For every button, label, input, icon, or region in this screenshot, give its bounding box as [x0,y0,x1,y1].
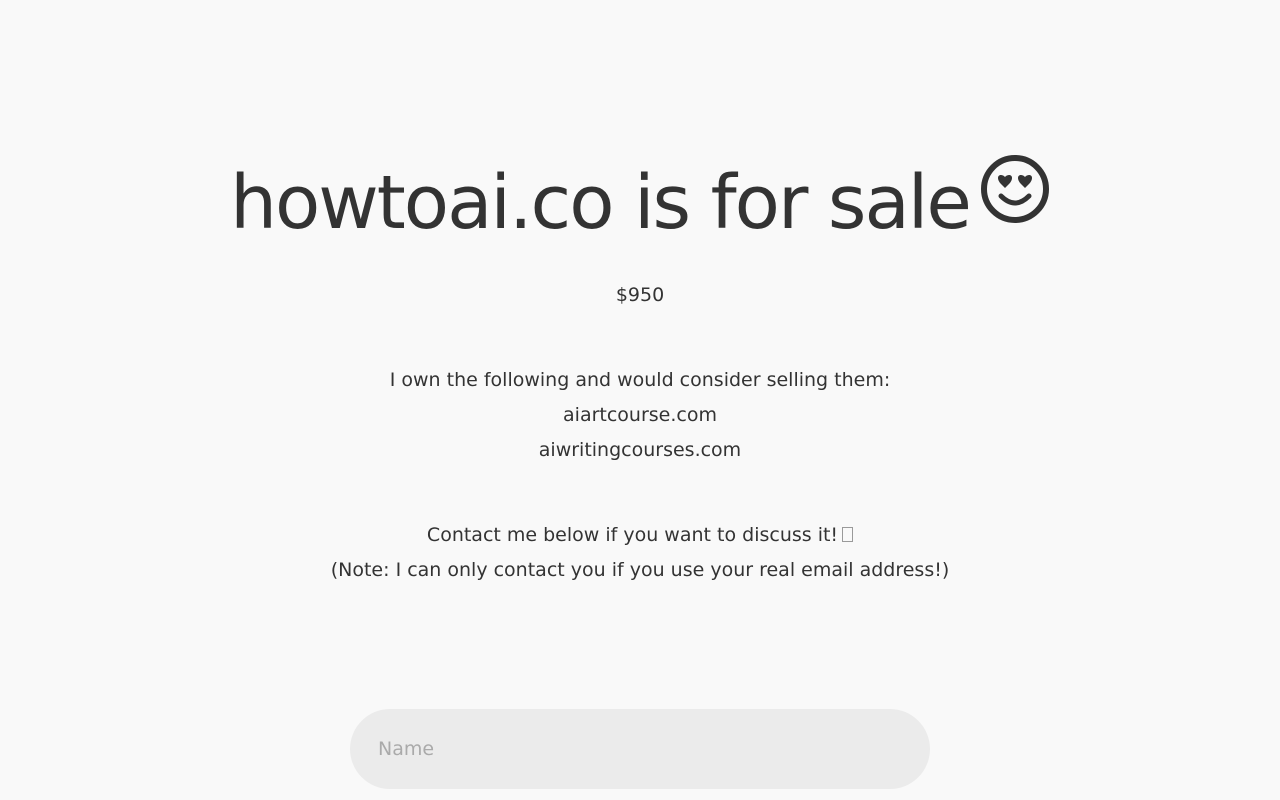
other-domains-section: I own the following and would consider s… [0,363,1280,468]
price-tag: $950 [615,284,665,306]
heart-eyes-smiley-icon [980,154,1050,244]
contact-note-section: Contact me below if you want to discuss … [0,518,1280,588]
domain-item-aiwritingcourses: aiwritingcourses.com [538,439,742,461]
headline-text: howtoai.co is for sale [230,160,972,246]
domains-intro: I own the following and would consider s… [389,369,891,391]
name-input[interactable] [350,709,930,789]
missing-glyph-box-icon [842,527,854,542]
sale-landing-page: howtoai.co is for sale $950 I own the fo… [0,0,1280,800]
contact-line-1: Contact me below if you want to discuss … [0,518,1280,553]
domain-item-aiartcourse: aiartcourse.com [563,404,717,426]
page-title: howtoai.co is for sale [0,155,1280,252]
contact-line-1-text: Contact me below if you want to discuss … [426,524,839,546]
contact-line-2: (Note: I can only contact you if you use… [330,559,950,581]
